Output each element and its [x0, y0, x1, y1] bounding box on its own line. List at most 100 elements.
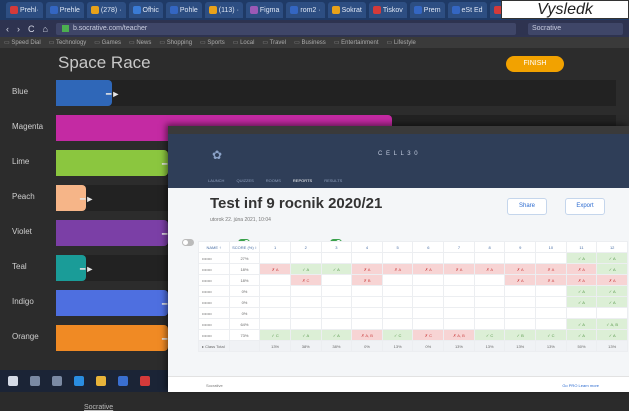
bookmark-item[interactable]: Local — [233, 39, 254, 46]
footer-brand: Socrative — [206, 383, 223, 388]
column-header[interactable]: 12 — [596, 241, 628, 253]
tab-favicon-icon — [290, 6, 299, 14]
browser-tab[interactable]: Tiskov — [368, 2, 407, 18]
search-icon[interactable] — [30, 376, 40, 386]
bookmark-item[interactable]: Sports — [200, 39, 224, 46]
answer-cell — [443, 307, 475, 319]
column-header[interactable]: NAME ↑ — [198, 241, 230, 253]
column-header[interactable]: 4 — [351, 241, 383, 253]
tab-label: rom2 · — [300, 6, 321, 14]
browser-tab[interactable]: Ofhic — [128, 2, 163, 18]
browser-tab[interactable]: rom2 · — [286, 2, 325, 18]
go-pro-link[interactable]: Go PRO Learn more — [562, 383, 599, 388]
answer-cell: ✗ A — [412, 263, 445, 275]
bookmark-item[interactable]: Games — [94, 39, 121, 46]
nav-tab[interactable]: RESULTS — [324, 178, 342, 183]
export-button[interactable]: Export — [565, 198, 605, 215]
answer-cell: ✗ B — [351, 274, 383, 286]
column-header[interactable]: 7 — [443, 241, 475, 253]
bookmark-item[interactable]: Lifestyle — [387, 39, 416, 46]
bookmark-item[interactable]: Travel — [262, 39, 286, 46]
student-name-cell: ••••••• — [198, 274, 230, 286]
room-name: C E L L 3 0 — [378, 151, 419, 157]
bookmark-item[interactable]: Speed Dial — [4, 39, 40, 46]
table-row: ••••••• 18% ✗ A ✓ A ✓ A ✗ A ✗ A ✗ A ✗ A ✗ A ✗ A ✗ A… — [198, 263, 628, 275]
class-total-label[interactable]: ▸ Class Total — [198, 340, 230, 352]
answer-cell: ✗ A — [535, 263, 567, 275]
bookmark-item[interactable]: Entertainment — [334, 39, 378, 46]
lane-progress-bar — [56, 325, 168, 351]
answer-cell — [259, 296, 291, 308]
bookmark-item[interactable]: News — [129, 39, 151, 46]
answer-cell — [259, 252, 291, 264]
nav-tab[interactable]: QUIZZES — [236, 178, 253, 183]
answer-cell — [473, 296, 506, 308]
answer-cell: ✗ A — [473, 263, 506, 275]
browser-tab[interactable]: eSt Ed — [447, 2, 487, 18]
column-header[interactable]: 2 — [289, 241, 322, 253]
browser-tab[interactable]: Figma — [245, 2, 284, 18]
answer-cell: ✓ A — [320, 329, 353, 341]
browser-tab[interactable]: Prehl· — [6, 2, 43, 18]
answer-cell: ✗ A — [351, 263, 383, 275]
browser-tab[interactable]: Prehle — [45, 2, 84, 18]
opera-icon[interactable] — [140, 376, 150, 386]
browser-tab[interactable]: Prem — [409, 2, 445, 18]
column-header[interactable]: 11 — [565, 241, 598, 253]
results-table: NAME ↑ SCORE (%) ↕ 1 2 3 4 5 6 7 8 9 10 11 12 ••••••• 2… — [198, 241, 628, 352]
column-header[interactable]: 3 — [320, 241, 353, 253]
start-icon[interactable] — [8, 376, 18, 386]
answer-cell: ✓ A — [565, 296, 598, 308]
url-field[interactable]: b.socrative.com/teacher — [55, 22, 516, 35]
back-icon[interactable]: ‹ — [6, 24, 9, 34]
edge-icon[interactable] — [74, 376, 84, 386]
store-icon[interactable] — [118, 376, 128, 386]
column-header[interactable]: 5 — [381, 241, 414, 253]
reload-icon[interactable]: C — [28, 24, 35, 34]
answer-cell — [289, 285, 322, 297]
browser-tab[interactable]: Sokrat — [327, 2, 366, 18]
table-row: ••••••• 0% ✓ A ✓ A — [198, 296, 628, 308]
browser-tab[interactable]: Pohle — [165, 2, 202, 18]
search-field[interactable]: Socrative — [528, 22, 623, 35]
column-header[interactable]: 1 — [259, 241, 291, 253]
home-icon[interactable]: ⌂ — [43, 24, 48, 34]
nav-tab[interactable]: LAUNCH — [208, 178, 224, 183]
lane-label: Violet — [12, 227, 32, 236]
class-total-score — [228, 340, 261, 352]
column-header[interactable]: SCORE (%) ↕ — [228, 241, 261, 253]
score-cell: 0% — [228, 307, 261, 319]
tab-favicon-icon — [413, 6, 422, 14]
column-header[interactable]: 9 — [504, 241, 537, 253]
rocket-icon: ━► — [80, 264, 95, 274]
answer-cell — [473, 318, 506, 330]
lane-label: Orange — [12, 332, 39, 341]
toggle-switch[interactable] — [182, 239, 194, 246]
class-total-cell: 38% — [320, 340, 353, 352]
tab-favicon-icon — [208, 6, 217, 14]
bookmark-item[interactable]: Business — [294, 39, 325, 46]
nav-tab[interactable]: REPORTS — [293, 178, 312, 183]
bookmark-item[interactable]: Shopping — [159, 39, 192, 46]
task-view-icon[interactable] — [52, 376, 62, 386]
forward-icon[interactable]: › — [17, 24, 20, 34]
answer-cell: ✓ C — [259, 329, 291, 341]
answer-cell: ✗ A — [504, 274, 537, 286]
column-header[interactable]: 8 — [473, 241, 506, 253]
answer-cell — [504, 307, 537, 319]
answer-cell — [535, 252, 567, 264]
bookmark-item[interactable]: Technology — [49, 39, 86, 46]
address-bar: ‹ › C ⌂ b.socrative.com/teacher Socrativ… — [0, 20, 629, 37]
finish-button[interactable]: FINISH — [506, 56, 564, 72]
share-button[interactable]: Share — [507, 198, 547, 215]
column-header[interactable]: 10 — [535, 241, 567, 253]
files-icon[interactable] — [96, 376, 106, 386]
browser-tab[interactable]: (113) · — [204, 2, 243, 18]
nav-tab[interactable]: ROOMS — [266, 178, 281, 183]
answer-cell: ✗ C — [412, 329, 445, 341]
answer-cell — [320, 285, 353, 297]
browser-tab[interactable]: (278) · — [86, 2, 126, 18]
answer-cell — [412, 318, 445, 330]
answer-cell: ✓ C — [473, 329, 506, 341]
column-header[interactable]: 6 — [412, 241, 445, 253]
